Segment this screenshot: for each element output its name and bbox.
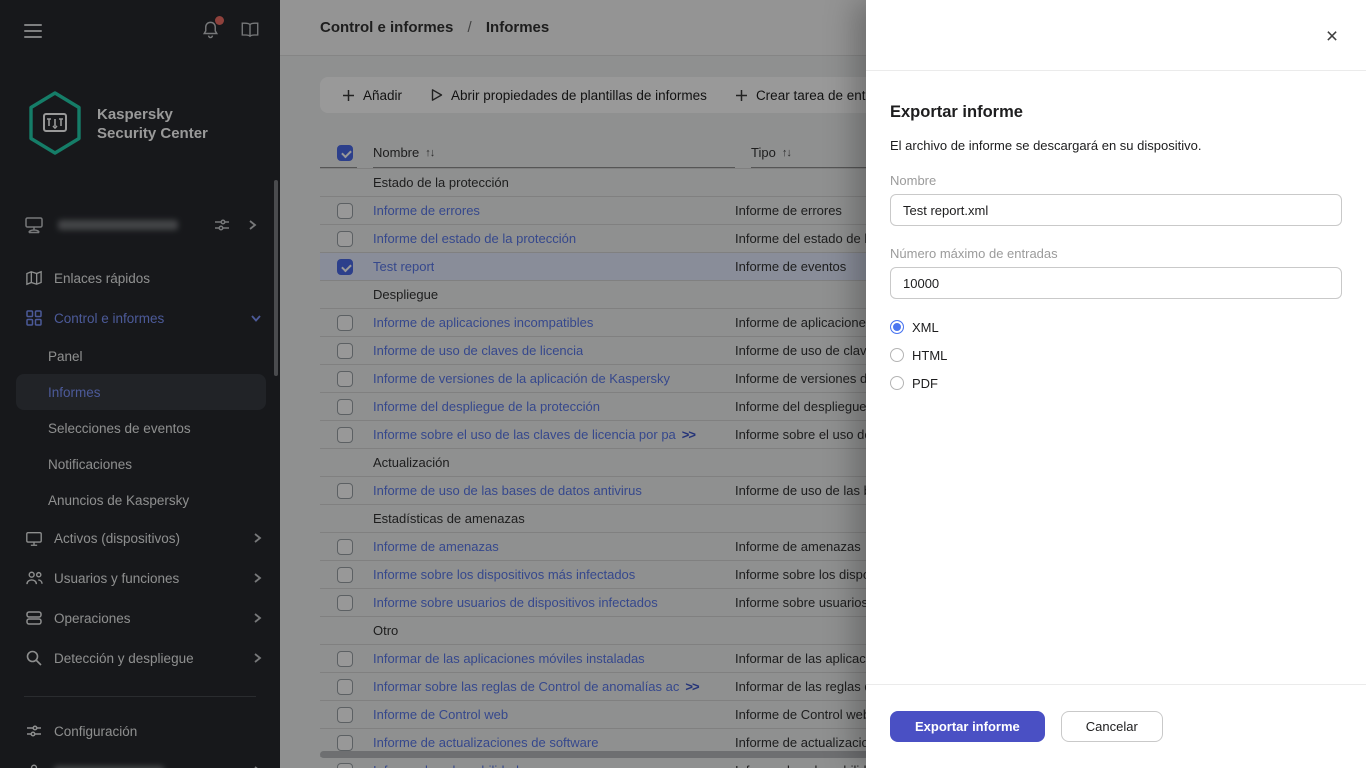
radio-unselected-icon[interactable]: [890, 348, 904, 362]
format-radio-xml[interactable]: XML: [890, 313, 1342, 341]
modal-footer: Exportar informe Cancelar: [866, 684, 1366, 768]
cancel-button[interactable]: Cancelar: [1060, 711, 1163, 742]
close-icon[interactable]: ×: [1322, 26, 1342, 48]
format-radio-html[interactable]: HTML: [890, 341, 1342, 369]
format-radio-pdf[interactable]: PDF: [890, 369, 1342, 397]
export-button[interactable]: Exportar informe: [890, 711, 1045, 742]
format-label: XML: [912, 319, 939, 335]
format-label: HTML: [912, 347, 948, 363]
modal-backdrop[interactable]: [0, 0, 866, 768]
report-name-input[interactable]: [890, 194, 1342, 226]
format-radio-group: XML HTML PDF: [890, 313, 1342, 397]
export-report-modal: × Exportar informe El archivo de informe…: [866, 0, 1366, 768]
modal-title: Exportar informe: [890, 103, 1023, 121]
format-label: PDF: [912, 375, 938, 391]
name-field-label: Nombre: [890, 173, 937, 188]
radio-unselected-icon[interactable]: [890, 376, 904, 390]
modal-header: ×: [866, 0, 1366, 71]
max-entries-label: Número máximo de entradas: [890, 246, 1058, 261]
max-entries-input[interactable]: [890, 267, 1342, 299]
modal-description: El archivo de informe se descargará en s…: [890, 138, 1202, 153]
radio-selected-icon[interactable]: [890, 320, 904, 334]
